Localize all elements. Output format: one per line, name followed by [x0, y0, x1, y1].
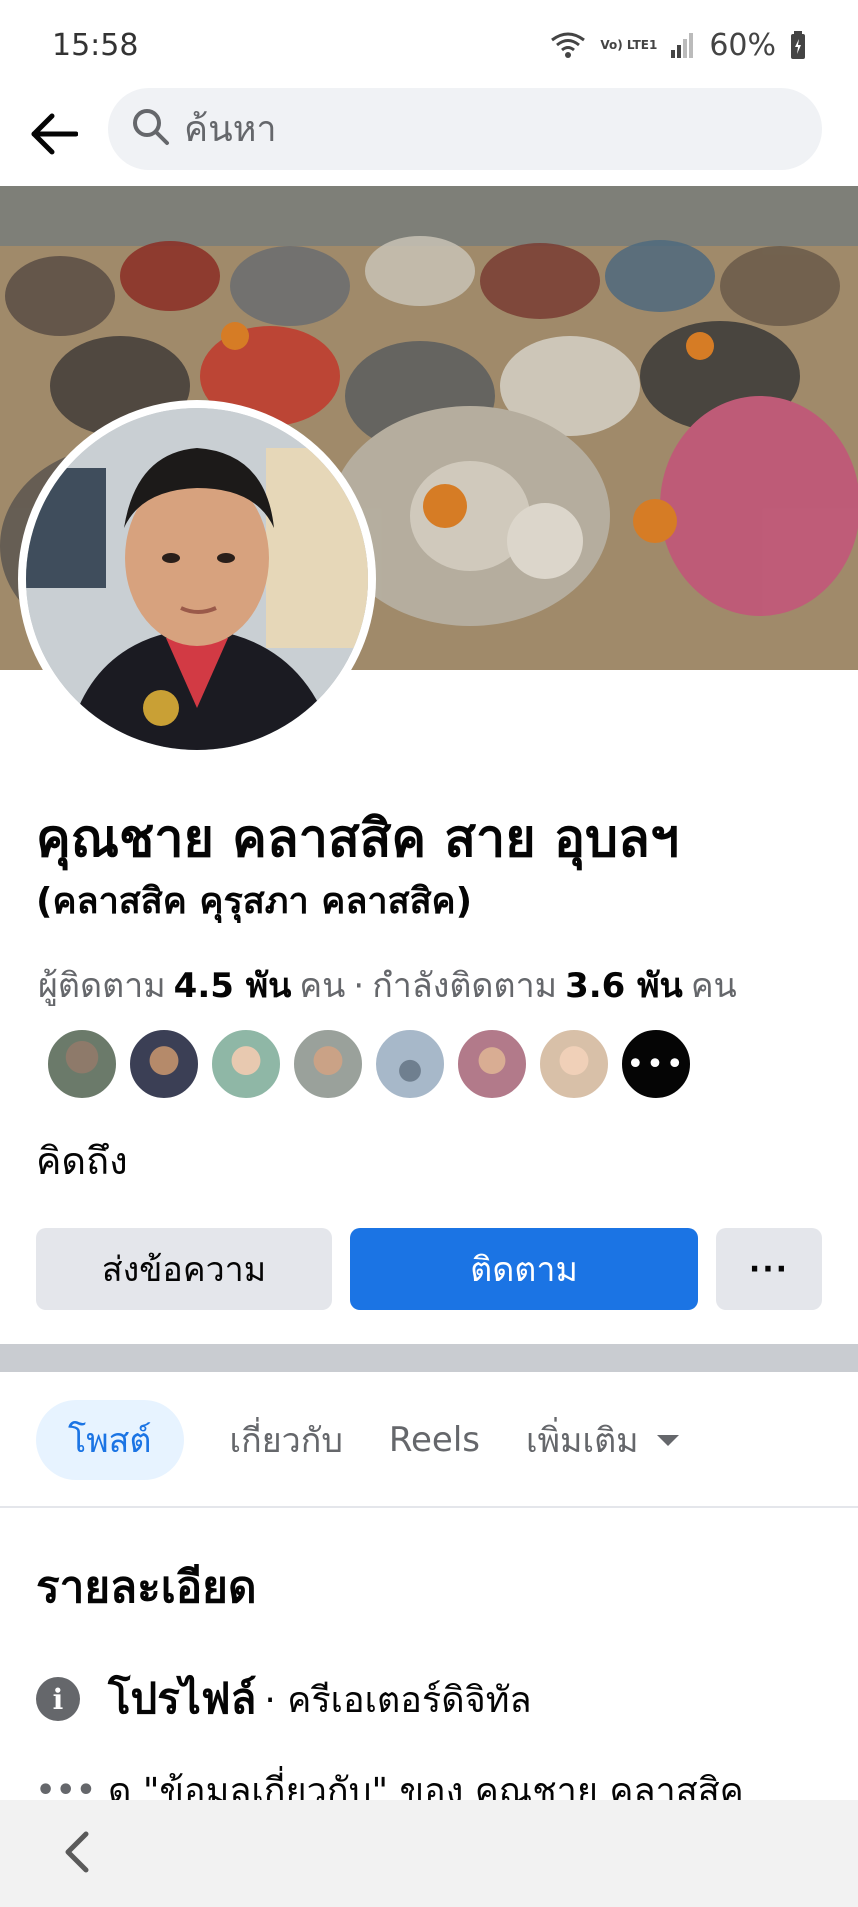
following-count[interactable]: 3.6 พัน	[565, 958, 683, 1012]
status-bar: 15:58 Vo) LTE1 60%	[0, 0, 858, 90]
nav-back-icon	[64, 1830, 90, 1878]
profile-picture[interactable]	[18, 400, 376, 758]
friend-avatar[interactable]	[128, 1028, 200, 1100]
section-divider	[0, 1344, 858, 1372]
more-options-button[interactable]: ···	[716, 1228, 822, 1310]
tab-posts[interactable]: โพสต์	[36, 1400, 184, 1480]
lte-indicator: Vo) LTE1	[600, 38, 658, 52]
search-header	[0, 86, 858, 186]
battery-percent: 60%	[709, 27, 776, 63]
profile-bio: คิดถึง	[36, 1139, 128, 1183]
wifi-icon	[550, 31, 586, 59]
friend-avatar[interactable]	[456, 1028, 528, 1100]
search-icon	[132, 108, 170, 150]
tab-more[interactable]: เพิ่มเติม	[526, 1400, 679, 1480]
signal-icon	[671, 32, 695, 58]
follow-stats: ผู้ติดตาม 4.5 พัน คน · กำลังติดตาม 3.6 พ…	[38, 958, 737, 1012]
tab-about[interactable]: เกี่ยวกับ	[230, 1400, 343, 1480]
back-button[interactable]	[4, 86, 104, 186]
detail-profile-label: โปรไฟล์	[108, 1674, 257, 1723]
friend-avatar[interactable]	[538, 1028, 610, 1100]
detail-profile-type: · ครีเอเตอร์ดิจิทัล	[264, 1679, 532, 1721]
more-friends-button[interactable]: •••	[620, 1028, 692, 1100]
friend-avatar[interactable]	[374, 1028, 446, 1100]
followers-label: ผู้ติดตาม	[38, 966, 166, 1006]
tab-more-label: เพิ่มเติม	[526, 1421, 639, 1461]
nav-back-button[interactable]	[52, 1826, 102, 1882]
following-label: กำลังติดตาม	[372, 966, 558, 1006]
details-heading: รายละเอียด	[36, 1562, 257, 1613]
tabs-divider	[0, 1506, 858, 1508]
system-nav-bar	[0, 1800, 858, 1907]
following-unit: คน	[690, 966, 737, 1006]
search-input[interactable]	[184, 108, 744, 150]
follow-button[interactable]: ติดตาม	[350, 1228, 698, 1310]
status-icons: Vo) LTE1 60%	[550, 28, 806, 63]
profile-name: คุณชาย คลาสสิค สาย อุบลฯ	[36, 809, 680, 869]
tab-reels[interactable]: Reels	[389, 1400, 480, 1480]
detail-profile-row: i โปรไฟล์ · ครีเอเตอร์ดิจิทัล	[36, 1666, 532, 1732]
friend-avatar[interactable]	[46, 1028, 118, 1100]
search-bar[interactable]	[108, 88, 822, 170]
info-icon: i	[36, 1677, 80, 1721]
friend-avatar[interactable]	[292, 1028, 364, 1100]
battery-icon	[790, 31, 806, 59]
more-dots-icon: •••	[626, 1046, 686, 1082]
friend-avatar[interactable]	[210, 1028, 282, 1100]
status-time: 15:58	[52, 27, 139, 63]
message-button[interactable]: ส่งข้อความ	[36, 1228, 332, 1310]
back-arrow-icon	[30, 112, 79, 160]
avatar	[26, 408, 368, 750]
stats-separator: ·	[353, 966, 365, 1006]
caret-down-icon	[656, 1434, 679, 1446]
followers-count[interactable]: 4.5 พัน	[174, 958, 292, 1012]
profile-alternate-name: (คลาสสิค คุรุสภา คลาสสิค)	[36, 881, 473, 922]
friends-avatars: •••	[46, 1028, 692, 1100]
followers-unit: คน	[299, 966, 346, 1006]
profile-tabs: โพสต์ เกี่ยวกับ Reels เพิ่มเติม	[36, 1400, 679, 1480]
